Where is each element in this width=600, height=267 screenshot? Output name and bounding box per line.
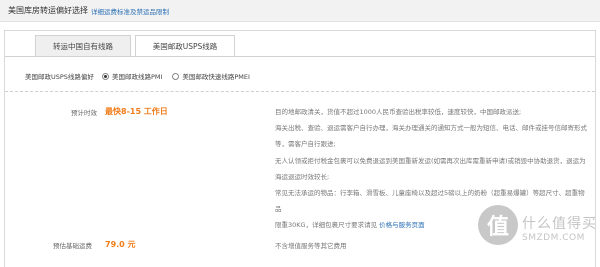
option-pmi-label: 美国邮政线路PMI xyxy=(111,73,163,81)
tab-usps-line[interactable]: 美国邮政USPS线路 xyxy=(135,35,235,57)
weight-limit-text: 限重30KG，详细包裹尺寸要求请见 xyxy=(275,221,378,230)
usps-preference-label: 美国邮政USPS线路偏好 xyxy=(25,73,94,81)
tab-bar: 转运中国自有线路 美国邮政USPS线路 xyxy=(5,31,595,57)
desc-line-3b: 海运退运时效较长; xyxy=(275,172,330,181)
shipping-rules-link[interactable]: 详细运费标准及禁运品限制 xyxy=(91,6,169,16)
option-pmei-label: 美国邮政快速线路PMEI xyxy=(182,73,250,81)
page-header: 美国库房转运偏好选择 详细运费标准及禁运品限制 xyxy=(0,0,600,22)
tab-china-own-line[interactable]: 转运中国自有线路 xyxy=(35,35,131,57)
desc-line-2b: 等，需客户自行跟进; xyxy=(275,140,336,149)
option-pmi[interactable]: 美国邮政线路PMI xyxy=(101,71,163,81)
watermark-en-text: SMZDM.COM xyxy=(522,233,585,243)
estimate-value: 最快8-15 工作日 xyxy=(105,107,168,116)
desc-line-4a: 常见无法承运的物品：行李箱、滑雪板、儿童座椅以及超过5磅以上的奶粉（超重易爆罐）… xyxy=(275,189,585,198)
desc-line-3a: 无人认领或拒付税金包裹可以免费退运到美国重新发运(如需再次出库需重新申请)或销毁… xyxy=(275,156,586,165)
radio-pmi[interactable] xyxy=(101,72,109,80)
section-divider xyxy=(5,91,595,92)
base-fee-value: 79.0 元 xyxy=(105,240,136,249)
smzdm-watermark: 值 什么值得买 SMZDM.COM xyxy=(478,205,598,265)
page-title: 美国库房转运偏好选择 xyxy=(8,6,88,15)
watermark-logo-icon: 值 xyxy=(478,205,518,245)
tab-divider xyxy=(5,56,595,57)
radio-pmei[interactable] xyxy=(172,72,180,80)
option-pmei[interactable]: 美国邮政快速线路PMEI xyxy=(172,71,250,81)
desc-line-1: 目的地邮政清关，货值不超过1000人民币查验出税率较低，速度较快，中国邮政派送; xyxy=(275,108,522,116)
desc-line-2a: 海关出税、查验、退运需客户自行办理，海关办理通关的通知方式一般为短信、电话、邮件… xyxy=(275,124,587,133)
base-fee-label: 预估基础运费 xyxy=(53,242,92,250)
estimate-label: 预计时效 xyxy=(71,109,97,117)
base-fee-note: 不含增值服务等其它费用 xyxy=(275,242,347,250)
usps-preference-row: 美国邮政USPS线路偏好 美国邮政线路PMI 美国邮政快速线路PMEI xyxy=(25,71,260,81)
price-service-link[interactable]: 价格与服务页面 xyxy=(379,221,425,229)
watermark-cn-text: 什么值得买 xyxy=(522,216,597,232)
